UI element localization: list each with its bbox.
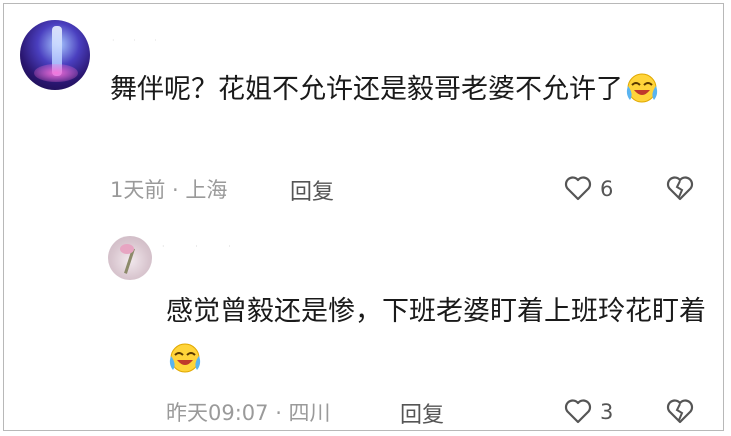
like-count: 3 [600, 400, 614, 424]
like-count: 6 [600, 177, 614, 201]
avatar-glow-graphic [34, 64, 78, 82]
avatar[interactable] [108, 236, 152, 280]
comment-body: 感觉曾毅还是惨，下班老婆盯着上班玲花盯着 [166, 296, 706, 327]
reply-button[interactable]: 回复 [400, 397, 444, 429]
comment-text: 感觉曾毅还是惨，下班老婆盯着上班玲花盯着 [166, 288, 711, 384]
laughing-crying-emoji-icon [169, 343, 201, 373]
heart-icon[interactable] [564, 175, 592, 201]
heart-icon[interactable] [564, 398, 592, 424]
avatar-flower-graphic [120, 244, 134, 254]
broken-heart-icon[interactable] [666, 175, 694, 201]
username-blurred[interactable]: · · · [112, 36, 222, 45]
laughing-crying-emoji-icon [626, 73, 658, 103]
broken-heart-icon[interactable] [666, 398, 694, 424]
avatar[interactable] [20, 20, 90, 90]
comment-body: 舞伴呢？花姐不允许还是毅哥老婆不允许了 [110, 74, 623, 105]
reply-button[interactable]: 回复 [290, 174, 334, 206]
timestamp-location: 1天前 · 上海 [110, 178, 228, 202]
timestamp-location: 昨天09:07 · 四川 [166, 401, 331, 425]
comment-text: 舞伴呢？花姐不允许还是毅哥老婆不允许了 [110, 66, 695, 114]
username-blurred[interactable]: · · · [162, 242, 245, 251]
